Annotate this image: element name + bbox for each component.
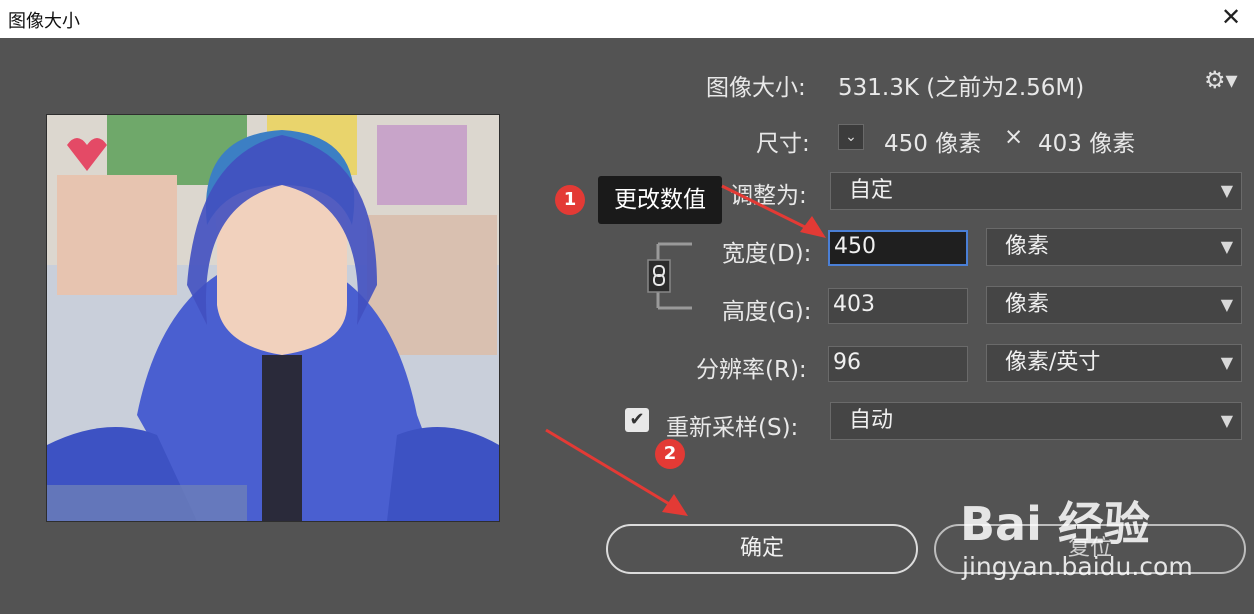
baidu-watermark-url: jingyan.baidu.com: [962, 552, 1193, 581]
arrow-1-head: [800, 216, 826, 238]
baidu-watermark-logo: Bai 经验: [960, 497, 1150, 551]
arrow-1: [721, 184, 816, 234]
arrow-2: [545, 428, 677, 510]
arrow-2-head: [662, 494, 688, 516]
